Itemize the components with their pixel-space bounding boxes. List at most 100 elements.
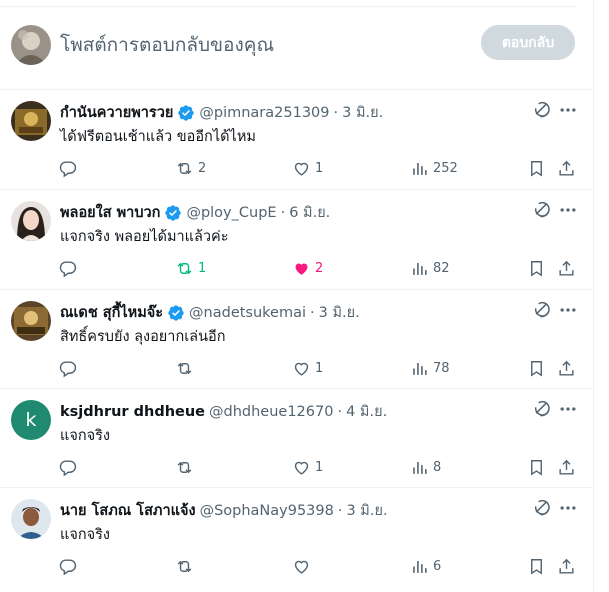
like-action[interactable]: 1 <box>292 156 323 180</box>
views-icon <box>413 560 427 573</box>
like-count: 1 <box>315 360 324 376</box>
bookmark-action[interactable] <box>527 256 546 280</box>
display-name[interactable]: นาย โสภณ โสภาแจ้ง <box>60 499 196 522</box>
reply-item[interactable]: กำนันควายพารวย @pimnara251309 · 3 มิ.ย. … <box>0 89 594 188</box>
reply-icon <box>59 260 77 277</box>
bookmark-action[interactable] <box>527 356 546 380</box>
user-handle[interactable]: @dhdheue12670 <box>209 404 333 420</box>
more-options-icon[interactable] <box>558 200 578 220</box>
user-handle[interactable]: @pimnara251309 <box>199 105 329 121</box>
retweet-icon <box>177 262 192 274</box>
reply-action[interactable] <box>58 455 81 479</box>
grok-icon[interactable] <box>532 100 552 120</box>
grok-icon[interactable] <box>532 300 552 320</box>
share-action[interactable] <box>557 256 576 280</box>
reply-button[interactable]: ตอบกลับ <box>481 25 575 60</box>
user-handle[interactable]: @nadetsukemai <box>189 305 306 321</box>
retweet-count: 2 <box>198 160 207 176</box>
reply-thread: โพสต์การตอบกลับของคุณ ตอบกลับ กำนันควายพ… <box>0 0 594 592</box>
grok-icon[interactable] <box>532 200 552 220</box>
share-icon <box>559 459 574 475</box>
post-date[interactable]: 3 มิ.ย. <box>346 499 387 522</box>
heart-icon <box>294 461 309 475</box>
retweet-icon <box>177 162 192 174</box>
avatar[interactable] <box>11 301 51 341</box>
bookmark-action[interactable] <box>527 455 546 479</box>
display-name[interactable]: ksjdhrur dhdheue <box>60 404 205 420</box>
reply-action[interactable] <box>58 156 81 180</box>
reply-icon <box>59 459 77 476</box>
view-count: 82 <box>433 260 450 276</box>
post-date[interactable]: 3 มิ.ย. <box>319 301 360 324</box>
retweet-action[interactable] <box>175 356 198 380</box>
avatar[interactable] <box>11 101 51 141</box>
reply-action[interactable] <box>58 256 81 280</box>
display-name[interactable]: พลอยใส พาบวก <box>60 201 160 224</box>
heart-icon <box>294 560 309 574</box>
share-action[interactable] <box>557 356 576 380</box>
bookmark-action[interactable] <box>527 156 546 180</box>
tweet-text: แจกจริง <box>60 428 110 444</box>
avatar[interactable]: k <box>11 400 51 440</box>
action-bar: 1 2 82 <box>0 256 594 280</box>
user-handle[interactable]: @SophaNay95398 <box>200 503 334 519</box>
tweet-header: ณเดช สุกี้ไหมจ๊ะ @nadetsukemai · 3 มิ.ย. <box>60 301 360 324</box>
retweet-action[interactable] <box>175 554 198 578</box>
share-action[interactable] <box>557 455 576 479</box>
reply-item[interactable]: พลอยใส พาบวก @ploy_CupE · 6 มิ.ย. แจกจริ… <box>0 189 594 288</box>
like-action[interactable]: 2 <box>292 256 323 280</box>
more-options-icon[interactable] <box>558 498 578 518</box>
verified-badge-icon <box>165 204 182 221</box>
share-action[interactable] <box>557 554 576 578</box>
avatar-letter: k <box>25 409 37 431</box>
post-date[interactable]: 4 มิ.ย. <box>346 400 387 423</box>
grok-icon[interactable] <box>532 399 552 419</box>
views-action[interactable]: 8 <box>410 455 441 479</box>
tweet-text: ได้ฟรีตอนเช้าแล้ว ขออีกได้ไหม <box>60 129 256 145</box>
user-handle[interactable]: @ploy_CupE <box>186 205 276 221</box>
retweet-icon <box>177 362 192 374</box>
views-action[interactable]: 252 <box>410 156 458 180</box>
retweet-action[interactable]: 1 <box>175 256 206 280</box>
like-count: 1 <box>315 160 324 176</box>
bookmark-action[interactable] <box>527 554 546 578</box>
avatar[interactable] <box>11 201 51 241</box>
verified-badge-icon <box>178 104 195 121</box>
reply-input[interactable]: โพสต์การตอบกลับของคุณ <box>60 30 274 60</box>
action-bar: 6 <box>0 554 594 578</box>
reply-action[interactable] <box>58 554 81 578</box>
post-date[interactable]: 3 มิ.ย. <box>342 101 383 124</box>
display-name[interactable]: กำนันควายพารวย <box>60 101 173 124</box>
retweet-count: 1 <box>198 260 207 276</box>
reply-item[interactable]: นาย โสภณ โสภาแจ้ง @SophaNay95398 · 3 มิ.… <box>0 487 594 586</box>
like-action[interactable]: 1 <box>292 455 323 479</box>
share-action[interactable] <box>557 156 576 180</box>
more-options-icon[interactable] <box>558 300 578 320</box>
avatar[interactable] <box>11 25 51 65</box>
more-options-icon[interactable] <box>558 100 578 120</box>
retweet-action[interactable] <box>175 455 198 479</box>
view-count: 6 <box>433 558 442 574</box>
views-icon <box>413 362 427 375</box>
views-action[interactable]: 78 <box>410 356 450 380</box>
post-date[interactable]: 6 มิ.ย. <box>289 201 330 224</box>
tweet-text: แจกจริง พลอยได้มาแล้วค่ะ <box>60 229 229 245</box>
avatar[interactable] <box>11 499 51 539</box>
like-action[interactable]: 1 <box>292 356 323 380</box>
views-icon <box>413 262 427 275</box>
views-action[interactable]: 6 <box>410 554 441 578</box>
share-icon <box>559 558 574 574</box>
reply-item[interactable]: k ksjdhrur dhdheue @dhdheue12670 · 4 มิ.… <box>0 388 594 487</box>
reply-action[interactable] <box>58 356 81 380</box>
more-options-icon[interactable] <box>558 399 578 419</box>
grok-icon[interactable] <box>532 498 552 518</box>
reply-item[interactable]: ณเดช สุกี้ไหมจ๊ะ @nadetsukemai · 3 มิ.ย.… <box>0 289 594 388</box>
like-action[interactable] <box>292 554 315 578</box>
display-name[interactable]: ณเดช สุกี้ไหมจ๊ะ <box>60 301 163 324</box>
view-count: 78 <box>433 360 450 376</box>
views-action[interactable]: 82 <box>410 256 450 280</box>
share-icon <box>559 360 574 376</box>
retweet-action[interactable]: 2 <box>175 156 206 180</box>
tweet-text: แจกจริง <box>60 527 110 543</box>
view-count: 252 <box>433 160 458 176</box>
